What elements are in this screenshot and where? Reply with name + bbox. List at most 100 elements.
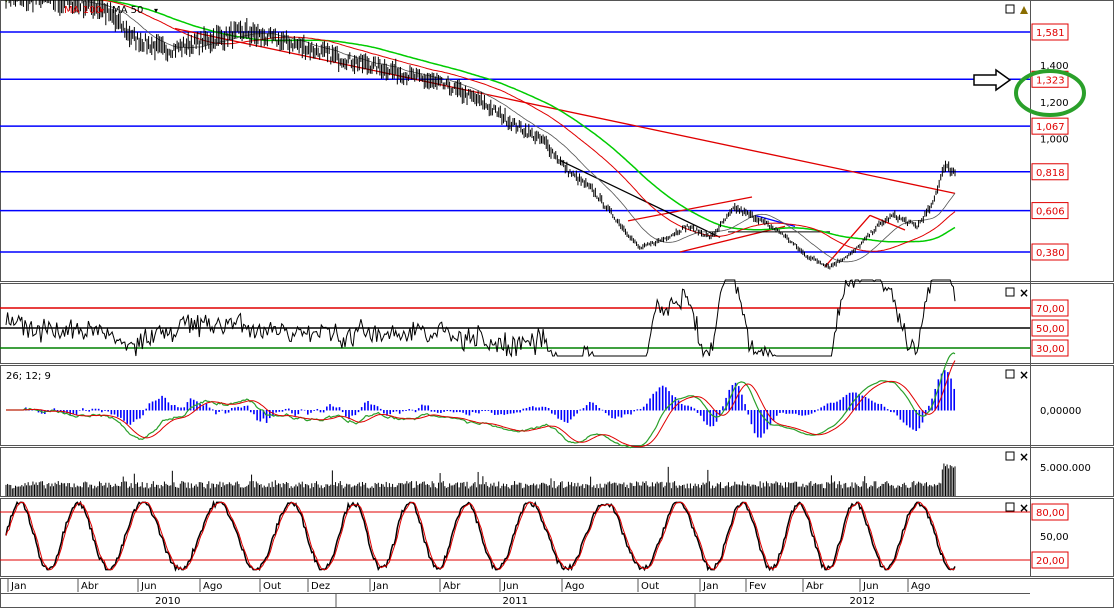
macd-histogram-bar (684, 405, 686, 411)
macd-histogram-bar (538, 407, 540, 411)
macd-histogram-bar (487, 410, 490, 411)
macd-histogram-bar (703, 410, 705, 422)
macd-histogram-bar (788, 410, 791, 414)
macd-histogram-bar (354, 410, 357, 416)
close-panel-icon[interactable]: × (1019, 368, 1029, 382)
macd-histogram-bar (408, 409, 411, 411)
macd-y-tick: 0,00000 (1040, 406, 1081, 417)
legend-ma-100-dropdown-icon[interactable]: ▾ (100, 6, 104, 15)
macd-histogram-bar (829, 402, 832, 411)
macd-histogram-bar (630, 410, 632, 415)
y-tick-label: 1,200 (1040, 98, 1069, 109)
level-label: 0,818 (1036, 168, 1065, 179)
macd-histogram-bar (313, 410, 315, 411)
macd-histogram-bar (902, 410, 905, 423)
macd-histogram-bar (554, 410, 556, 415)
macd-histogram-bar (427, 405, 430, 411)
macd-histogram-bar (579, 409, 582, 411)
rsi-level-label: 70,00 (1036, 304, 1065, 315)
macd-histogram-bar (123, 410, 125, 421)
level-label: 0,380 (1036, 248, 1065, 259)
macd-histogram-bar (642, 406, 645, 411)
macd-histogram-bar (471, 410, 474, 413)
month-label: Ago (565, 581, 584, 592)
macd-histogram-bar (474, 410, 477, 413)
macd-histogram-bar (300, 409, 303, 411)
macd-histogram-bar (389, 410, 392, 415)
macd-histogram-bar (120, 410, 122, 418)
close-panel-icon[interactable]: × (1019, 286, 1029, 300)
macd-histogram-bar (202, 405, 205, 411)
macd-histogram-bar (820, 407, 822, 411)
macd-histogram-bar (414, 410, 417, 413)
macd-histogram-bar (148, 403, 151, 411)
macd-histogram-bar (421, 404, 423, 411)
legend-ma-100[interactable]: MA 100 (64, 5, 102, 16)
macd-histogram-bar (547, 408, 550, 411)
macd-histogram-bar (183, 407, 186, 411)
stoch-level-label: 80,00 (1036, 508, 1065, 519)
macd-histogram-bar (623, 410, 626, 415)
macd-histogram-bar (706, 410, 708, 425)
macd-histogram-bar (836, 401, 838, 411)
macd-histogram-bar (227, 410, 230, 413)
macd-histogram-bar (329, 404, 331, 411)
macd-histogram-bar (164, 397, 167, 411)
main-panel-frame (0, 0, 1114, 282)
macd-histogram-bar (737, 386, 740, 411)
macd-histogram-bar (544, 406, 547, 411)
macd-histogram-bar (440, 410, 442, 413)
legend-ma-50[interactable]: MA 50 (112, 5, 143, 16)
macd-histogram-bar (398, 410, 401, 414)
macd-histogram-bar (722, 406, 724, 411)
macd-histogram-bar (82, 408, 84, 411)
macd-histogram-bar (807, 410, 810, 415)
macd-histogram-bar (817, 409, 819, 411)
macd-histogram-bar (576, 410, 578, 414)
close-panel-icon[interactable]: × (1019, 450, 1029, 464)
macd-histogram-bar (341, 410, 344, 413)
macd-histogram-bar (373, 404, 376, 411)
maximize-panel-icon[interactable] (1005, 369, 1015, 379)
macd-histogram-bar (221, 409, 224, 411)
macd-histogram-bar (896, 410, 898, 416)
month-label: Abr (443, 581, 461, 592)
macd-histogram-bar (845, 394, 848, 411)
macd-histogram-bar (332, 406, 334, 411)
macd-histogram-bar (215, 410, 217, 415)
macd-histogram-bar (842, 397, 845, 411)
macd-histogram-bar (78, 410, 81, 411)
macd-histogram-bar (570, 410, 572, 420)
macd-histogram-bar (614, 410, 616, 419)
maximize-panel-icon[interactable] (1005, 451, 1015, 461)
macd-histogram-bar (104, 410, 106, 411)
macd-histogram-bar (367, 401, 369, 411)
legend-ma-50-dropdown-icon[interactable]: ▾ (154, 6, 158, 15)
macd-histogram-bar (794, 410, 797, 414)
macd-histogram-bar (509, 410, 512, 414)
maximize-panel-icon[interactable] (1005, 502, 1015, 512)
level-label: 1,067 (1036, 122, 1065, 133)
macd-histogram-bar (126, 410, 129, 424)
macd-histogram-bar (234, 407, 236, 411)
macd-histogram-bar (890, 410, 892, 413)
macd-histogram-bar (506, 410, 509, 415)
maximize-panel-icon[interactable] (1005, 287, 1015, 297)
macd-histogram-bar (173, 404, 176, 411)
macd-histogram-bar (151, 401, 154, 411)
maximize-panel-icon[interactable] (1005, 4, 1015, 14)
month-label: Ago (911, 581, 930, 592)
macd-histogram-bar (135, 410, 138, 420)
volume-y-tick: 5.000.000 (1040, 463, 1091, 474)
macd-legend[interactable]: 26; 12; 9 (6, 371, 51, 382)
macd-histogram-bar (357, 410, 360, 413)
macd-histogram-bar (899, 410, 902, 420)
macd-histogram-bar (950, 378, 952, 411)
macd-histogram-bar (826, 403, 829, 411)
macd-histogram-bar (573, 410, 575, 417)
month-label: Out (641, 581, 659, 592)
month-label: Jun (502, 581, 519, 592)
close-panel-icon[interactable]: × (1019, 501, 1029, 515)
macd-histogram-bar (101, 410, 103, 413)
macd-histogram-bar (281, 410, 284, 412)
